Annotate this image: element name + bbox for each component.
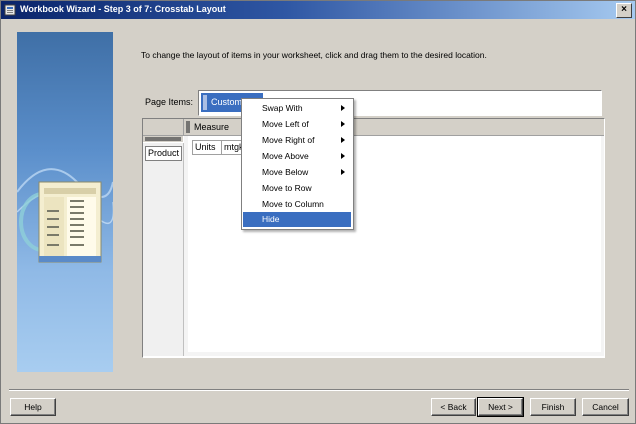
menu-item-label: Move Right of [262,135,315,145]
next-button[interactable]: Next > [477,397,524,417]
menu-item-label: Move Below [262,167,309,177]
drag-handle-icon[interactable] [203,95,207,110]
menu-item-hide[interactable]: Hide [243,212,351,227]
column-header-measure[interactable]: Measure [194,122,229,132]
menu-item-swap-with[interactable]: Swap With [243,101,351,116]
crosstab-corner [143,119,184,136]
workbook-graphic-icon [17,168,113,263]
menu-item-move-below[interactable]: Move Below [243,165,351,180]
row-header-product[interactable]: Product [145,146,182,161]
menu-item-label: Hide [262,214,280,224]
menu-item-move-above[interactable]: Move Above [243,149,351,164]
workbook-wizard-dialog: Workbook Wizard - Step 3 of 7: Crosstab … [0,0,636,424]
menu-item-move-to-column[interactable]: Move to Column [243,197,351,212]
row-header-label: Product [148,148,180,158]
context-menu: Swap With Move Left of Move Right of Mov… [241,98,354,230]
menu-item-label: Move Left of [262,119,309,129]
back-button[interactable]: < Back [431,398,476,416]
window-title: Workbook Wizard - Step 3 of 7: Crosstab … [20,4,226,14]
wizard-app-icon [4,4,16,16]
submenu-arrow-icon [341,105,345,111]
row-header-area[interactable]: Product [143,143,184,356]
close-icon[interactable]: × [616,3,632,18]
row-header-grip[interactable] [143,136,183,142]
drag-handle-icon[interactable] [145,137,181,141]
menu-item-move-left-of[interactable]: Move Left of [243,117,351,132]
drag-handle-icon[interactable] [186,121,190,133]
menu-item-move-to-row[interactable]: Move to Row [243,181,351,196]
cancel-button[interactable]: Cancel [582,398,629,416]
menu-item-label: Move to Column [262,199,324,209]
submenu-arrow-icon [341,121,345,127]
menu-item-label: Move to Row [262,183,312,193]
data-cell-label: Units [195,142,216,152]
instructions-text: To change the layout of items in your wo… [141,50,487,60]
menu-item-label: Move Above [262,151,309,161]
menu-item-label: Swap With [262,103,303,113]
submenu-arrow-icon [341,137,345,143]
submenu-arrow-icon [341,153,345,159]
page-items-label: Page Items: [145,97,194,107]
title-bar[interactable]: Workbook Wizard - Step 3 of 7: Crosstab … [1,1,635,19]
finish-button[interactable]: Finish [530,398,576,416]
submenu-arrow-icon [341,169,345,175]
button-separator [9,389,629,391]
menu-item-move-right-of[interactable]: Move Right of [243,133,351,148]
crosstab-layout-area: Measure Product Units mtgk [142,118,605,358]
data-cell: Units [192,140,222,155]
wizard-graphic-panel [17,32,113,372]
help-button[interactable]: Help [10,398,56,416]
